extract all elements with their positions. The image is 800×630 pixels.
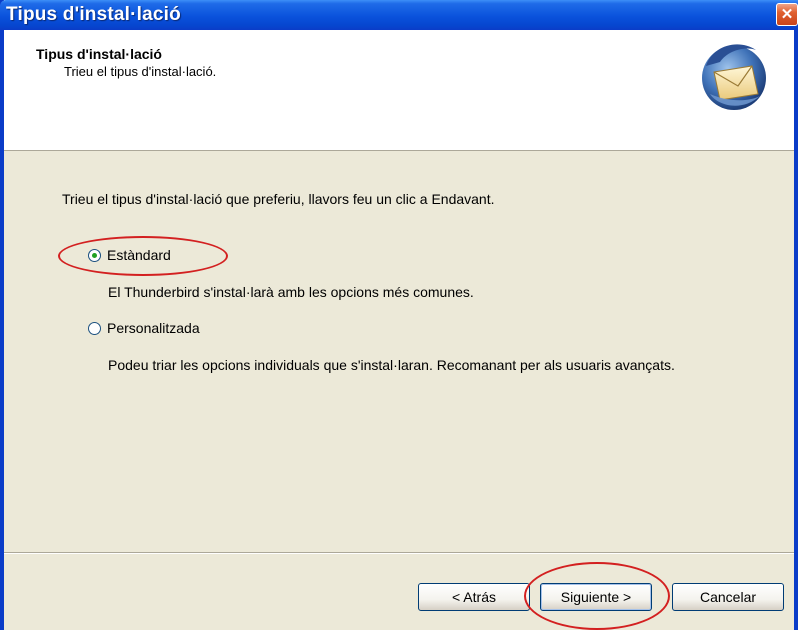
option-custom-description: Podeu triar les opcions individuals que … — [108, 357, 675, 373]
radio-custom[interactable] — [88, 321, 101, 335]
footer-divider-highlight — [4, 553, 794, 554]
instruction-text: Trieu el tipus d'instal·lació que prefer… — [62, 191, 495, 207]
thunderbird-logo-icon — [702, 44, 766, 110]
close-button[interactable]: ✕ — [776, 3, 798, 26]
annotation-ellipse-standard — [58, 236, 228, 276]
option-custom-label[interactable]: Personalitzada — [107, 320, 200, 336]
close-icon: ✕ — [780, 6, 794, 23]
installer-window: Tipus d'instal·lació ✕ Tipus d'instal·la… — [0, 0, 798, 630]
window-title: Tipus d'instal·lació — [6, 4, 181, 25]
title-bar[interactable]: Tipus d'instal·lació ✕ — [0, 0, 798, 30]
page-title: Tipus d'instal·lació — [36, 46, 162, 62]
option-standard-description: El Thunderbird s'instal·larà amb les opc… — [108, 284, 474, 300]
content-area: Trieu el tipus d'instal·lació que prefer… — [4, 151, 794, 571]
cancel-button[interactable]: Cancelar — [672, 583, 784, 611]
page-subtitle: Trieu el tipus d'instal·lació. — [64, 64, 217, 79]
annotation-ellipse-next — [524, 562, 670, 630]
header-panel: Tipus d'instal·lació Trieu el tipus d'in… — [4, 30, 794, 151]
option-custom[interactable]: Personalitzada — [88, 320, 200, 336]
back-button[interactable]: < Atrás — [418, 583, 530, 611]
